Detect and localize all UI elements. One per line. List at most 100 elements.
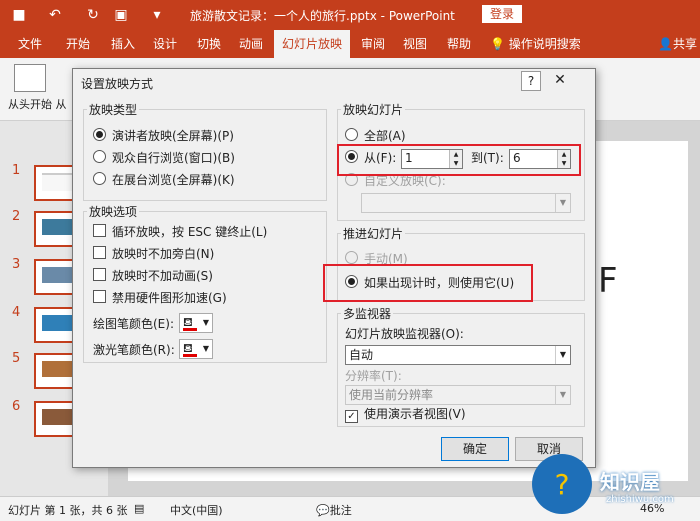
radio-label: 全部(A) [364,129,406,143]
radio-button[interactable] [93,172,106,185]
pen-color-picker[interactable]: ⛾ ▼ [179,313,213,333]
slide-info: 幻灯片 第 1 张，共 6 张 [8,504,128,517]
redo-icon[interactable]: ↻ [84,6,102,24]
save-icon[interactable]: ■ [10,6,28,24]
laser-color-label: 激光笔颜色(R): [93,343,175,357]
tell-me-label: 操作说明搜索 [508,37,581,51]
check-no-narration[interactable]: 放映时不加旁白(N) [93,245,214,263]
slide-number: 6 [12,399,21,414]
highlight-box [323,264,533,302]
advance-slides-title: 推进幻灯片 [341,225,406,242]
title-bar: ■ ↶ ↻ ▣ ▾ 旅游散文记录：一个人的旅行.pptx - PowerPoin… [0,0,700,30]
window-title: 旅游散文记录：一个人的旅行.pptx - PowerPoint [190,9,455,23]
comments-label: 批注 [329,504,352,517]
undo-icon[interactable]: ↶ [46,6,64,24]
chevron-down-icon: ▼ [202,318,209,327]
checkbox-label: 禁用硬件图形加速(G) [112,291,227,305]
tab-animations[interactable]: 动画 [232,30,270,58]
monitors-title: 多监视器 [341,305,394,322]
custom-show-select[interactable]: ▼ [361,193,571,213]
monitor-select[interactable]: 自动 ▼ [345,345,571,365]
show-slides-title: 放映幻灯片 [341,101,406,118]
slide-number: 3 [12,257,21,272]
chevron-down-icon: ▼ [555,194,570,212]
spellcheck-icon[interactable]: ▤ [134,502,144,515]
check-presenter-view[interactable]: ✓ 使用演示者视图(V) [345,405,466,423]
pen-color-label: 绘图笔颜色(E): [93,317,174,331]
login-button[interactable]: 登录 [482,5,522,23]
checkbox-checked[interactable]: ✓ [345,410,358,423]
checkbox[interactable] [93,290,106,303]
lightbulb-icon: 💡 [490,37,505,51]
tab-insert[interactable]: 插入 [104,30,142,58]
checkbox-label: 使用演示者视图(V) [364,407,466,421]
radio-browsed-window[interactable]: 观众自行浏览(窗口)(B) [93,149,235,167]
radio-button[interactable] [345,128,358,141]
tab-home[interactable]: 开始 [58,30,98,58]
radio-button[interactable] [93,150,106,163]
chevron-down-icon: ▼ [555,346,570,364]
tab-review[interactable]: 审阅 [354,30,392,58]
radio-button[interactable] [93,128,106,141]
from-beginning-label[interactable]: 从头开始 从 [8,96,67,112]
radio-label: 自定义放映(C): [364,174,446,188]
checkbox-label: 放映时不加动画(S) [112,269,213,283]
slide-number: 5 [12,351,21,366]
comments-button[interactable]: 💬批注 [316,502,352,518]
checkbox[interactable] [93,268,106,281]
tab-slideshow[interactable]: 幻灯片放映 [274,30,350,58]
radio-presenter[interactable]: 演讲者放映(全屏幕)(P) [93,127,234,145]
checkbox[interactable] [93,246,106,259]
color-swatch [183,328,197,331]
tab-design[interactable]: 设计 [146,30,184,58]
radio-kiosk[interactable]: 在展台浏览(全屏幕)(K) [93,171,235,189]
resolution-label: 分辨率(T): [345,369,402,383]
tab-transitions[interactable]: 切换 [190,30,228,58]
language-status[interactable]: 中文(中国) [170,502,223,518]
checkbox-label: 放映时不加旁白(N) [112,247,215,261]
radio-all-slides[interactable]: 全部(A) [345,127,406,145]
tab-file[interactable]: 文件 [8,30,52,58]
help-button[interactable]: ? [521,71,541,91]
watermark-brand: 知识屋 [600,470,660,494]
monitor-label: 幻灯片放映监视器(O): [345,327,464,341]
check-loop[interactable]: 循环放映，按 ESC 键终止(L) [93,223,267,241]
svg-text:?: ? [555,468,570,501]
ribbon-tabs: 文件 开始 插入 设计 切换 动画 幻灯片放映 审阅 视图 帮助 💡 操作说明搜… [0,30,700,58]
watermark: ? 知识屋 zhishiwu.com [528,444,698,516]
resolution-select[interactable]: 使用当前分辨率 ▼ [345,385,571,405]
dialog-title: 设置放映方式 [81,77,154,91]
monitor-value: 自动 [349,348,374,362]
show-type-title: 放映类型 [87,101,140,118]
tab-view[interactable]: 视图 [396,30,434,58]
check-no-animation[interactable]: 放映时不加动画(S) [93,267,213,285]
highlight-box [337,144,581,176]
setup-show-dialog: 设置放映方式 ? ✕ 放映类型 演讲者放映(全屏幕)(P) 观众自行浏览(窗口)… [72,68,596,468]
person-icon: 👤 [658,37,673,51]
slide-text: F [598,261,618,301]
radio-button[interactable] [345,251,358,264]
tell-me-search[interactable]: 💡 操作说明搜索 [490,30,581,58]
dropdown-icon[interactable]: ▾ [148,6,166,24]
tab-help[interactable]: 帮助 [440,30,478,58]
slide-number: 1 [12,163,21,178]
radio-label: 演讲者放映(全屏幕)(P) [112,129,234,143]
close-icon[interactable]: ✕ [551,71,569,89]
comment-icon: 💬 [316,504,330,517]
checkbox[interactable] [93,224,106,237]
show-options-title: 放映选项 [87,203,140,220]
chevron-down-icon: ▼ [202,344,209,353]
slide-number: 4 [12,305,21,320]
laser-color-picker[interactable]: ⛾ ▼ [179,339,213,359]
color-swatch [183,354,197,357]
chevron-down-icon: ▼ [555,386,570,404]
resolution-value: 使用当前分辨率 [349,388,434,402]
from-beginning-icon[interactable] [14,64,46,92]
checkbox-label: 循环放映，按 ESC 键终止(L) [112,225,268,239]
slide-number: 2 [12,209,21,224]
ok-button[interactable]: 确定 [441,437,509,461]
share-button[interactable]: 👤共享 [658,30,697,58]
radio-label: 在展台浏览(全屏幕)(K) [112,173,235,187]
check-disable-hw-accel[interactable]: 禁用硬件图形加速(G) [93,289,227,307]
slideshow-icon[interactable]: ▣ [112,6,130,24]
